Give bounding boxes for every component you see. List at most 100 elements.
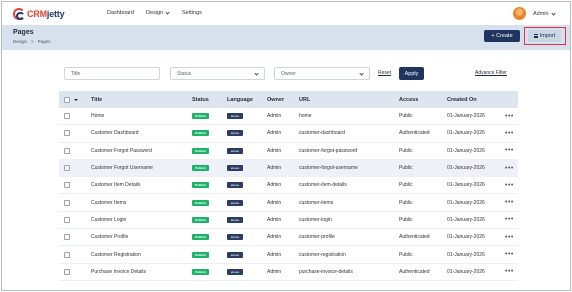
- status-badge: Publish: [192, 147, 209, 154]
- header-status[interactable]: Status: [192, 91, 209, 108]
- table-row[interactable]: Customer Registration Publish en-us Admin cu…: [59, 246, 518, 264]
- more-options-icon[interactable]: •••: [505, 147, 514, 154]
- cell-title[interactable]: Customer Item Details: [91, 182, 140, 188]
- more-options-icon[interactable]: •••: [505, 113, 514, 120]
- table-row[interactable]: Customer Items Publish en-us Admin customer-…: [59, 194, 518, 212]
- row-select: [64, 108, 70, 124]
- advance-filter-link[interactable]: Advance Filter: [475, 70, 507, 76]
- select-all-checkbox[interactable]: [64, 96, 70, 103]
- cell-title-cell: Customer Profile: [91, 229, 128, 245]
- reset-link[interactable]: Reset: [378, 70, 391, 76]
- row-select: [64, 264, 70, 280]
- more-options-icon[interactable]: •••: [505, 268, 514, 275]
- user-name: Admin: [533, 11, 549, 17]
- row-actions: •••: [505, 264, 514, 280]
- header-url[interactable]: URL: [299, 91, 310, 108]
- user-menu[interactable]: Admin: [533, 10, 556, 17]
- row-checkbox[interactable]: [64, 130, 70, 137]
- cell-url-cell: customer-dashboard: [299, 125, 345, 141]
- cell-title[interactable]: Customer Items: [91, 200, 126, 206]
- cell-title[interactable]: Customer Login: [91, 217, 126, 223]
- status-badge-cell: Publish: [192, 177, 209, 193]
- cell-owner: Admin: [267, 234, 282, 241]
- more-options-icon[interactable]: •••: [505, 182, 514, 189]
- cell-created-on-cell: 01-January-2026: [447, 212, 485, 228]
- table-row[interactable]: Customer Forgot Username Publish en-us Admi…: [59, 159, 518, 178]
- cell-created-on-cell: 01-January-2026: [447, 108, 485, 124]
- cell-created-on-cell: 01-January-2026: [447, 194, 485, 210]
- cell-title[interactable]: Customer Registration: [91, 252, 141, 258]
- more-options-icon[interactable]: •••: [505, 130, 514, 137]
- nav-settings[interactable]: Settings: [182, 10, 202, 16]
- cell-title[interactable]: Customer Profile: [91, 234, 128, 240]
- row-checkbox[interactable]: [64, 268, 70, 275]
- cell-created-on-cell: 01-January-2026: [447, 229, 485, 245]
- row-checkbox[interactable]: [64, 113, 70, 120]
- title-filter-input[interactable]: Title: [64, 67, 160, 80]
- owner-filter-select[interactable]: Owner: [274, 67, 370, 80]
- table-row[interactable]: Customer Profile Publish en-us Admin custome…: [59, 229, 518, 247]
- cell-url: customer-profile: [299, 234, 335, 241]
- row-checkbox[interactable]: [64, 234, 70, 241]
- more-options-icon[interactable]: •••: [505, 165, 514, 172]
- cell-title-cell: Home: [91, 108, 104, 124]
- crmjetty-logo[interactable]: CRM jetty: [13, 7, 65, 21]
- cell-title[interactable]: Customer Forgot Password: [91, 148, 152, 154]
- more-options-icon[interactable]: •••: [505, 234, 514, 241]
- language-badge: en-us: [227, 251, 244, 258]
- row-checkbox[interactable]: [64, 165, 70, 172]
- header-language[interactable]: Language: [227, 91, 253, 108]
- status-badge: Publish: [192, 130, 209, 137]
- row-select: [64, 177, 70, 193]
- avatar[interactable]: [513, 7, 526, 20]
- language-badge: en-us: [227, 199, 244, 206]
- header-created-on[interactable]: Created On: [447, 91, 477, 108]
- more-options-icon[interactable]: •••: [505, 199, 514, 206]
- table-row[interactable]: Customer Item Details Publish en-us Admin cu…: [59, 177, 518, 195]
- language-badge-cell: en-us: [227, 108, 244, 124]
- cell-created-on: 01-January-2026: [447, 130, 485, 137]
- cell-title-cell: Customer Registration: [91, 246, 141, 262]
- row-actions: •••: [505, 160, 514, 176]
- select-all-control[interactable]: [64, 91, 78, 108]
- cell-title[interactable]: Purchase Invoice Details: [91, 269, 146, 275]
- cell-title[interactable]: Customer Forgot Username: [91, 165, 153, 171]
- table-row[interactable]: Customer Login Publish en-us Admin customer-…: [59, 212, 518, 230]
- header-title[interactable]: Title: [91, 91, 102, 108]
- cell-owner: Admin: [267, 216, 282, 223]
- nav-dashboard[interactable]: Dashboard: [107, 10, 134, 16]
- table-row[interactable]: Home Publish en-us Admin home Public 01-Januar…: [59, 108, 518, 126]
- row-checkbox[interactable]: [64, 199, 70, 206]
- table-row[interactable]: Customer Forgot Password Publish en-us Admi…: [59, 143, 518, 160]
- more-options-icon[interactable]: •••: [505, 251, 514, 258]
- nav-design[interactable]: Design: [146, 9, 170, 16]
- row-checkbox[interactable]: [64, 216, 70, 223]
- status-filter-select[interactable]: Status: [170, 67, 265, 80]
- create-button[interactable]: + Create: [484, 30, 520, 42]
- import-button[interactable]: Import: [528, 30, 561, 42]
- row-checkbox[interactable]: [64, 147, 70, 154]
- page-header: Pages Design > Pages + Create Import: [2, 25, 570, 50]
- row-checkbox[interactable]: [64, 182, 70, 189]
- more-options-icon[interactable]: •••: [505, 216, 514, 223]
- row-select: [64, 143, 70, 159]
- cell-title[interactable]: Customer Dashboard: [91, 130, 139, 136]
- cell-access: Public: [399, 251, 413, 258]
- table-row[interactable]: Customer Dashboard Publish en-us Admin custo…: [59, 125, 518, 143]
- caret-down-icon[interactable]: [74, 98, 78, 101]
- apply-button[interactable]: Apply: [399, 67, 424, 80]
- status-badge-cell: Publish: [192, 108, 209, 124]
- cell-owner: Admin: [267, 165, 282, 172]
- cell-created-on: 01-January-2026: [447, 147, 485, 154]
- cell-access: Authenticated: [399, 234, 430, 241]
- header-access[interactable]: Access: [399, 91, 418, 108]
- header-owner[interactable]: Owner: [267, 91, 284, 108]
- row-checkbox[interactable]: [64, 251, 70, 258]
- table-row[interactable]: Purchase Invoice Details Publish en-us Admi…: [59, 264, 518, 281]
- cell-title[interactable]: Home: [91, 113, 104, 119]
- breadcrumb: Design > Pages: [13, 39, 50, 44]
- cell-created-on: 01-January-2026: [447, 182, 485, 189]
- cell-access-cell: Authenticated: [399, 264, 430, 280]
- breadcrumb-design[interactable]: Design: [13, 39, 27, 44]
- cell-owner: Admin: [267, 130, 282, 137]
